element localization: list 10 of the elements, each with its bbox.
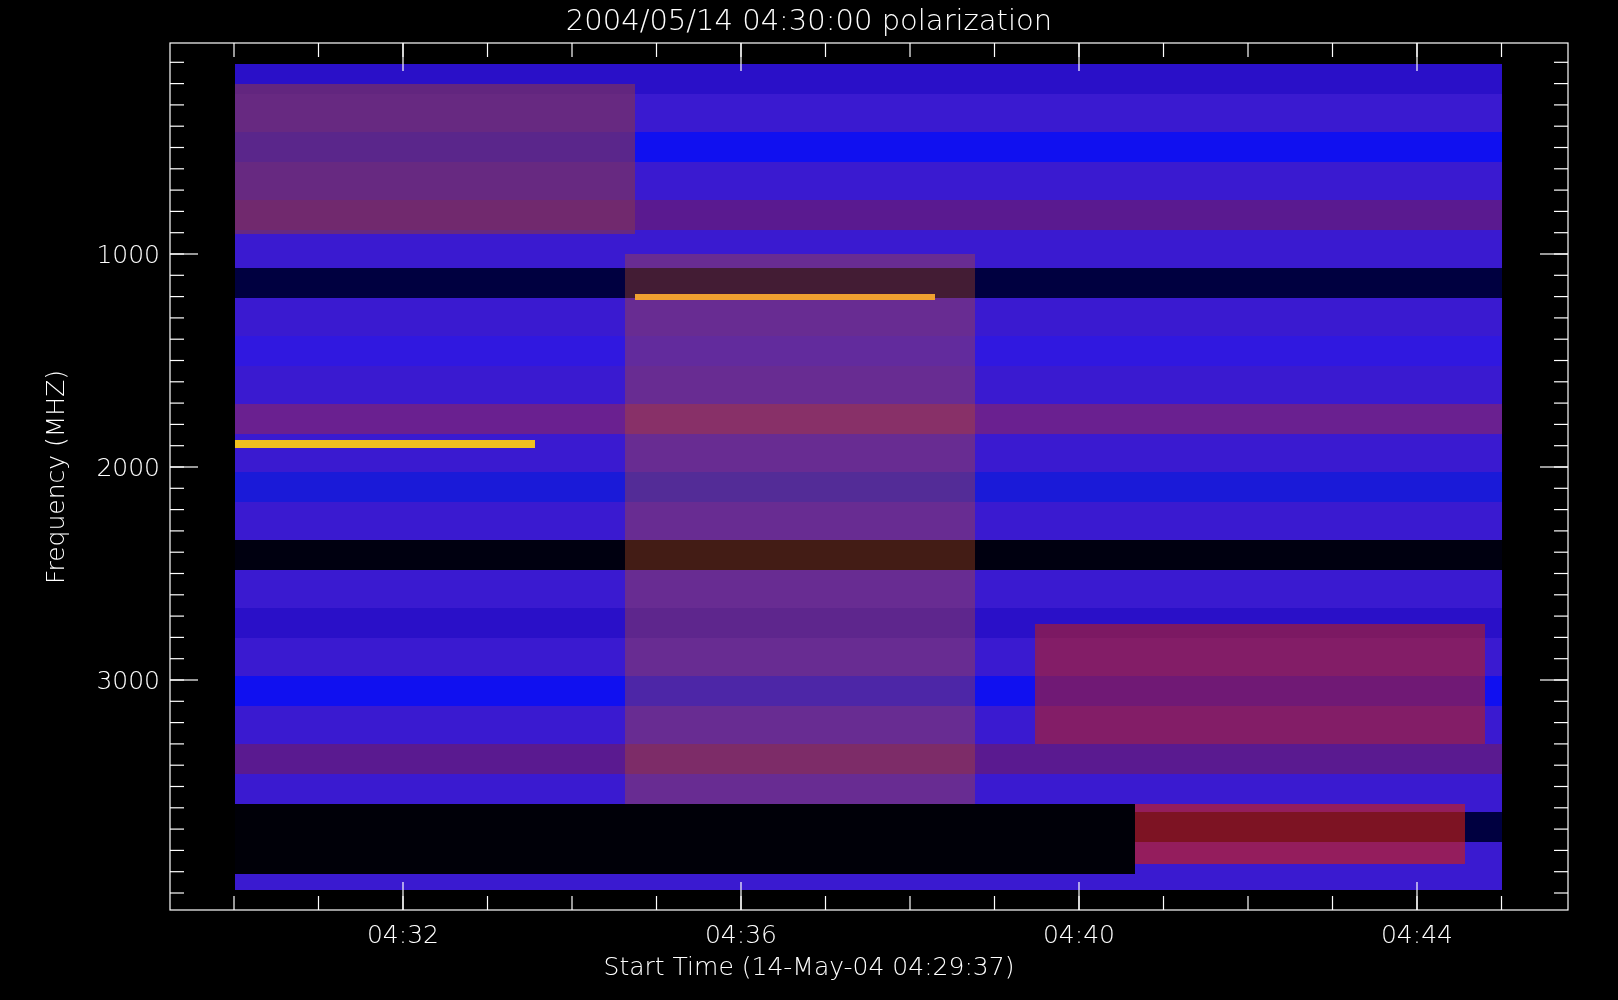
tick-label: 2000 xyxy=(96,453,160,482)
tick-label: 3000 xyxy=(96,666,160,695)
axis-label: Frequency (MHZ) xyxy=(41,369,70,585)
chart-title: 2004/05/14 04:30:00 polarization xyxy=(565,3,1053,37)
tick-label: 04:40 xyxy=(1043,920,1115,949)
tick-label: 1000 xyxy=(96,240,160,269)
tick-label: 04:44 xyxy=(1381,920,1453,949)
tick-label: 04:32 xyxy=(367,920,439,949)
axis-label: Start Time (14-May-04 04:29:37) xyxy=(603,952,1015,981)
tick-label: 04:36 xyxy=(705,920,777,949)
